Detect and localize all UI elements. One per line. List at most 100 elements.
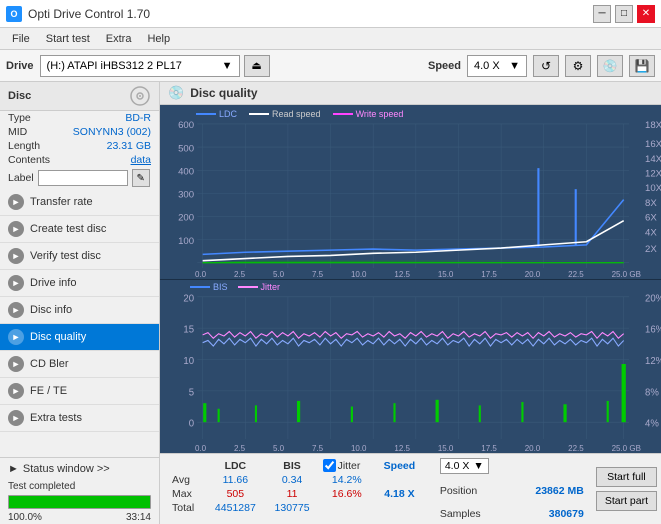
svg-text:20%: 20% [645, 293, 661, 304]
menu-file[interactable]: File [4, 31, 38, 47]
title-bar-left: O Opti Drive Control 1.70 [6, 6, 150, 22]
disc-type-row: Type BD-R [0, 111, 159, 125]
svg-text:2X: 2X [645, 244, 657, 255]
svg-text:4X: 4X [645, 227, 657, 238]
max-ldc: 505 [205, 487, 265, 501]
eject-button[interactable]: ⏏ [244, 55, 270, 77]
sidebar-item-transfer-rate[interactable]: ► Transfer rate [0, 189, 159, 216]
progress-info: 100.0% 33:14 [0, 511, 159, 524]
avg-ldc: 11.66 [205, 473, 265, 487]
disc-label-row: Label ✎ [0, 167, 159, 189]
sidebar: Disc Type BD-R MID SONYNN3 (002) Length … [0, 82, 160, 524]
top-chart: LDC Read speed Write speed [160, 105, 661, 280]
sidebar-item-disc-quality[interactable]: ► Disc quality [0, 324, 159, 351]
svg-text:600: 600 [178, 120, 194, 131]
total-jitter [319, 501, 375, 515]
total-bis: 130775 [266, 501, 319, 515]
verify-test-disc-icon: ► [8, 248, 24, 264]
stats-table: LDC BIS Jitter Speed [160, 454, 432, 524]
disc-icon [129, 85, 151, 107]
sidebar-item-verify-test-disc[interactable]: ► Verify test disc [0, 243, 159, 270]
start-buttons-area: Start full Start part [592, 454, 661, 524]
disc-contents-row: Contents data [0, 153, 159, 167]
svg-text:0: 0 [189, 418, 195, 429]
jitter-color [238, 286, 258, 288]
disc-section-header: Disc [0, 82, 159, 111]
bis-legend: BIS [190, 282, 228, 292]
write-speed-legend: Write speed [333, 109, 404, 119]
extra-tests-icon: ► [8, 410, 24, 426]
total-speed [375, 501, 424, 515]
speed-label: Speed [428, 60, 461, 72]
fe-te-icon: ► [8, 383, 24, 399]
max-bis: 11 [266, 487, 319, 501]
read-speed-legend: Read speed [249, 109, 321, 119]
speed-selector-row: 4.0 X ▼ [440, 458, 584, 474]
col-header-ldc: LDC [205, 458, 265, 473]
disc-button[interactable]: 💿 [597, 55, 623, 77]
sidebar-item-extra-tests[interactable]: ► Extra tests [0, 405, 159, 432]
start-full-button[interactable]: Start full [596, 467, 657, 487]
ldc-legend: LDC [196, 109, 237, 119]
drive-info-icon: ► [8, 275, 24, 291]
disc-label-button[interactable]: ✎ [132, 169, 150, 187]
menu-help[interactable]: Help [139, 31, 178, 47]
chart-container: LDC Read speed Write speed [160, 105, 661, 453]
speed-dropdown[interactable]: 4.0 X ▼ [467, 55, 527, 77]
stats-row-max: Max 505 11 16.6% 4.18 X [168, 487, 424, 501]
right-stats-block: 4.0 X ▼ Position 23862 MB Samples 380679 [432, 454, 592, 524]
sidebar-item-cd-bler[interactable]: ► CD Bler [0, 351, 159, 378]
sidebar-item-fe-te[interactable]: ► FE / TE [0, 378, 159, 405]
col-header-speed: Speed [375, 458, 424, 473]
disc-label-input[interactable] [38, 170, 128, 186]
svg-text:12%: 12% [645, 355, 661, 366]
menu-extra[interactable]: Extra [98, 31, 140, 47]
right-panel: 💿 Disc quality LDC Read speed [160, 82, 661, 524]
svg-text:20: 20 [183, 293, 194, 304]
avg-bis: 0.34 [266, 473, 319, 487]
refresh-button[interactable]: ↺ [533, 55, 559, 77]
settings-button[interactable]: ⚙ [565, 55, 591, 77]
max-speed-value: 4.18 X [375, 487, 424, 501]
minimize-button[interactable]: ─ [593, 5, 611, 23]
bottom-x-axis: 0.02.55.07.510.012.515.017.520.022.525.0… [195, 444, 641, 453]
svg-text:300: 300 [178, 190, 194, 201]
total-ldc: 4451287 [205, 501, 265, 515]
samples-row: Samples 380679 [440, 508, 584, 520]
svg-text:200: 200 [178, 213, 194, 224]
sidebar-status-area: ► Status window >> Test completed 100.0%… [0, 457, 159, 524]
total-label: Total [168, 501, 205, 515]
avg-jitter: 14.2% [319, 473, 375, 487]
disc-mid-row: MID SONYNN3 (002) [0, 125, 159, 139]
disc-section-title: Disc [8, 90, 31, 102]
drive-label: Drive [6, 60, 34, 72]
drive-bar: Drive (H:) ATAPI iHBS312 2 PL17 ▼ ⏏ Spee… [0, 50, 661, 82]
jitter-checkbox[interactable] [323, 459, 336, 472]
bottom-chart-svg: 20 15 10 5 0 20% 16% 12% 8% 4% [160, 280, 661, 454]
svg-text:6X: 6X [645, 213, 657, 224]
drive-dropdown[interactable]: (H:) ATAPI iHBS312 2 PL17 ▼ [40, 55, 240, 77]
bottom-chart-legend: BIS Jitter [190, 282, 280, 292]
top-chart-svg: 600 500 400 300 200 100 18X 16X 14X 12X … [160, 105, 661, 279]
disc-info-icon: ► [8, 302, 24, 318]
col-header-bis: BIS [266, 458, 319, 473]
status-window-button[interactable]: ► Status window >> [0, 457, 159, 480]
sidebar-item-disc-info[interactable]: ► Disc info [0, 297, 159, 324]
top-x-axis: 0.02.55.07.510.012.515.017.520.022.525.0… [195, 270, 641, 279]
sidebar-item-create-test-disc[interactable]: ► Create test disc [0, 216, 159, 243]
disc-quality-title: Disc quality [190, 86, 257, 100]
max-label: Max [168, 487, 205, 501]
start-part-button[interactable]: Start part [596, 491, 657, 511]
col-header-empty [168, 458, 205, 473]
stats-data-table: LDC BIS Jitter Speed [168, 458, 424, 515]
ldc-color [196, 113, 216, 115]
sidebar-item-drive-info[interactable]: ► Drive info [0, 270, 159, 297]
window-controls: ─ □ ✕ [593, 5, 655, 23]
maximize-button[interactable]: □ [615, 5, 633, 23]
svg-text:10: 10 [183, 355, 194, 366]
svg-text:16X: 16X [645, 139, 661, 150]
menu-start-test[interactable]: Start test [38, 31, 98, 47]
close-button[interactable]: ✕ [637, 5, 655, 23]
save-button[interactable]: 💾 [629, 55, 655, 77]
speed-select-box[interactable]: 4.0 X ▼ [440, 458, 489, 474]
